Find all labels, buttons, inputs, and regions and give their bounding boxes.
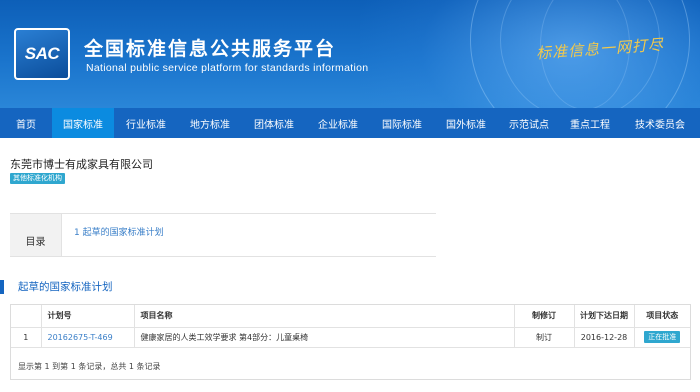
col-header-index <box>11 305 42 328</box>
issue-date: 2016-12-28 <box>574 327 635 348</box>
site-subtitle: National public service platform for sta… <box>86 62 369 74</box>
main-nav: 首页 国家标准 行业标准 地方标准 团体标准 企业标准 国际标准 国外标准 示范… <box>0 108 700 138</box>
toc-box: 目录 1 起草的国家标准计划 <box>10 213 436 257</box>
col-header-plan-no[interactable]: 计划号 <box>41 305 135 328</box>
nav-item-local-standards[interactable]: 地方标准 <box>178 108 242 138</box>
project-name: 健康家居的人类工效学要求 第4部分：儿童桌椅 <box>134 327 515 348</box>
nav-item-international-standards[interactable]: 国际标准 <box>370 108 434 138</box>
plan-number-link[interactable]: 20162675-T-469 <box>48 333 113 342</box>
sac-logo[interactable]: SAC <box>14 28 70 80</box>
nav-item-national-standards[interactable]: 国家标准 <box>52 108 114 138</box>
org-name: 东莞市博士有成家具有限公司 <box>10 158 153 171</box>
col-header-project-name[interactable]: 项目名称 <box>134 305 515 328</box>
table-footer-summary: 显示第 1 到第 1 条记录，总共 1 条记录 <box>18 362 161 371</box>
nav-item-industry-standards[interactable]: 行业标准 <box>114 108 178 138</box>
nav-item-technical-committee[interactable]: 技术委员会 <box>620 108 700 138</box>
status-badge: 正在批准 <box>644 331 681 343</box>
logo-text: SAC <box>24 44 60 63</box>
col-header-date[interactable]: 计划下达日期 <box>574 305 635 328</box>
section-title: 起草的国家标准计划 <box>0 280 113 294</box>
nav-item-group-standards[interactable]: 团体标准 <box>242 108 306 138</box>
site-title: 全国标准信息公共服务平台 <box>84 38 337 60</box>
header-banner: SAC 全国标准信息公共服务平台 National public service… <box>0 0 700 108</box>
nav-item-key-projects[interactable]: 重点工程 <box>560 108 620 138</box>
table-row: 1 20162675-T-469 健康家居的人类工效学要求 第4部分：儿童桌椅 … <box>11 327 690 348</box>
nav-item-home[interactable]: 首页 <box>0 108 52 138</box>
nav-item-enterprise-standards[interactable]: 企业标准 <box>306 108 370 138</box>
toc-label: 目录 <box>10 214 62 256</box>
toc-link-drafted-plans[interactable]: 1 起草的国家标准计划 <box>74 225 164 238</box>
col-header-type[interactable]: 制修订 <box>514 305 575 328</box>
nav-item-pilot-demo[interactable]: 示范试点 <box>498 108 560 138</box>
row-index: 1 <box>11 327 42 348</box>
plans-table: 计划号 项目名称 制修订 计划下达日期 项目状态 1 20162675-T-46… <box>10 304 691 380</box>
table-header-row: 计划号 项目名称 制修订 计划下达日期 项目状态 <box>11 305 690 328</box>
nav-item-foreign-standards[interactable]: 国外标准 <box>434 108 498 138</box>
org-type-badge: 其他标准化机构 <box>10 173 65 184</box>
revision-type: 制订 <box>514 327 575 348</box>
col-header-status[interactable]: 项目状态 <box>634 305 690 328</box>
